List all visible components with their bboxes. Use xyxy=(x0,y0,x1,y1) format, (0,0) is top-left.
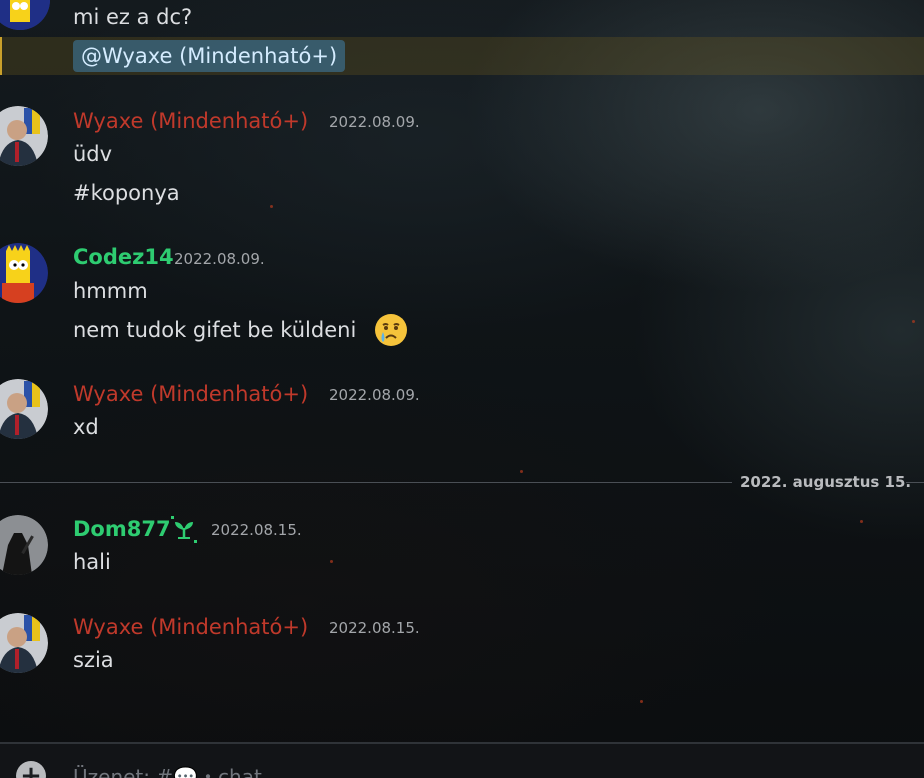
message-timestamp: 2022.08.09. xyxy=(329,113,420,131)
sprout-icon xyxy=(169,514,201,546)
username-codez14[interactable]: Codez14 xyxy=(73,244,174,270)
add-attachment-button[interactable]: + xyxy=(16,761,46,778)
date-divider-line-end xyxy=(906,482,924,483)
message-input[interactable] xyxy=(73,764,893,778)
message-text: hali xyxy=(73,550,111,574)
message-timestamp: 2022.08.15. xyxy=(329,619,420,637)
message-text: hmmm xyxy=(73,279,148,303)
message-text: nem tudok gifet be küldeni xyxy=(73,318,357,342)
username-wyaxe[interactable]: Wyaxe (Mindenható+) xyxy=(73,614,308,640)
username-wyaxe[interactable]: Wyaxe (Mindenható+) xyxy=(73,381,308,407)
message-text: xd xyxy=(73,415,99,439)
username-wyaxe[interactable]: Wyaxe (Mindenható+) xyxy=(73,108,308,134)
message-text: üdv xyxy=(73,142,113,166)
message-text: mi ez a dc? xyxy=(73,5,193,29)
message-text: szia xyxy=(73,648,114,672)
message-timestamp: 2022.08.15. xyxy=(211,521,302,539)
date-divider-label: 2022. augusztus 15. xyxy=(740,473,912,491)
message-timestamp: 2022.08.09. xyxy=(174,250,265,268)
message-text: #koponya xyxy=(73,181,180,205)
message-timestamp: 2022.08.09. xyxy=(329,386,420,404)
message-composer: + xyxy=(0,742,924,778)
crying-emoji-icon xyxy=(374,313,408,347)
date-divider-line xyxy=(0,482,732,483)
username-dom877[interactable]: Dom877 xyxy=(73,516,171,542)
user-mention[interactable]: @Wyaxe (Mindenható+) xyxy=(73,40,346,72)
